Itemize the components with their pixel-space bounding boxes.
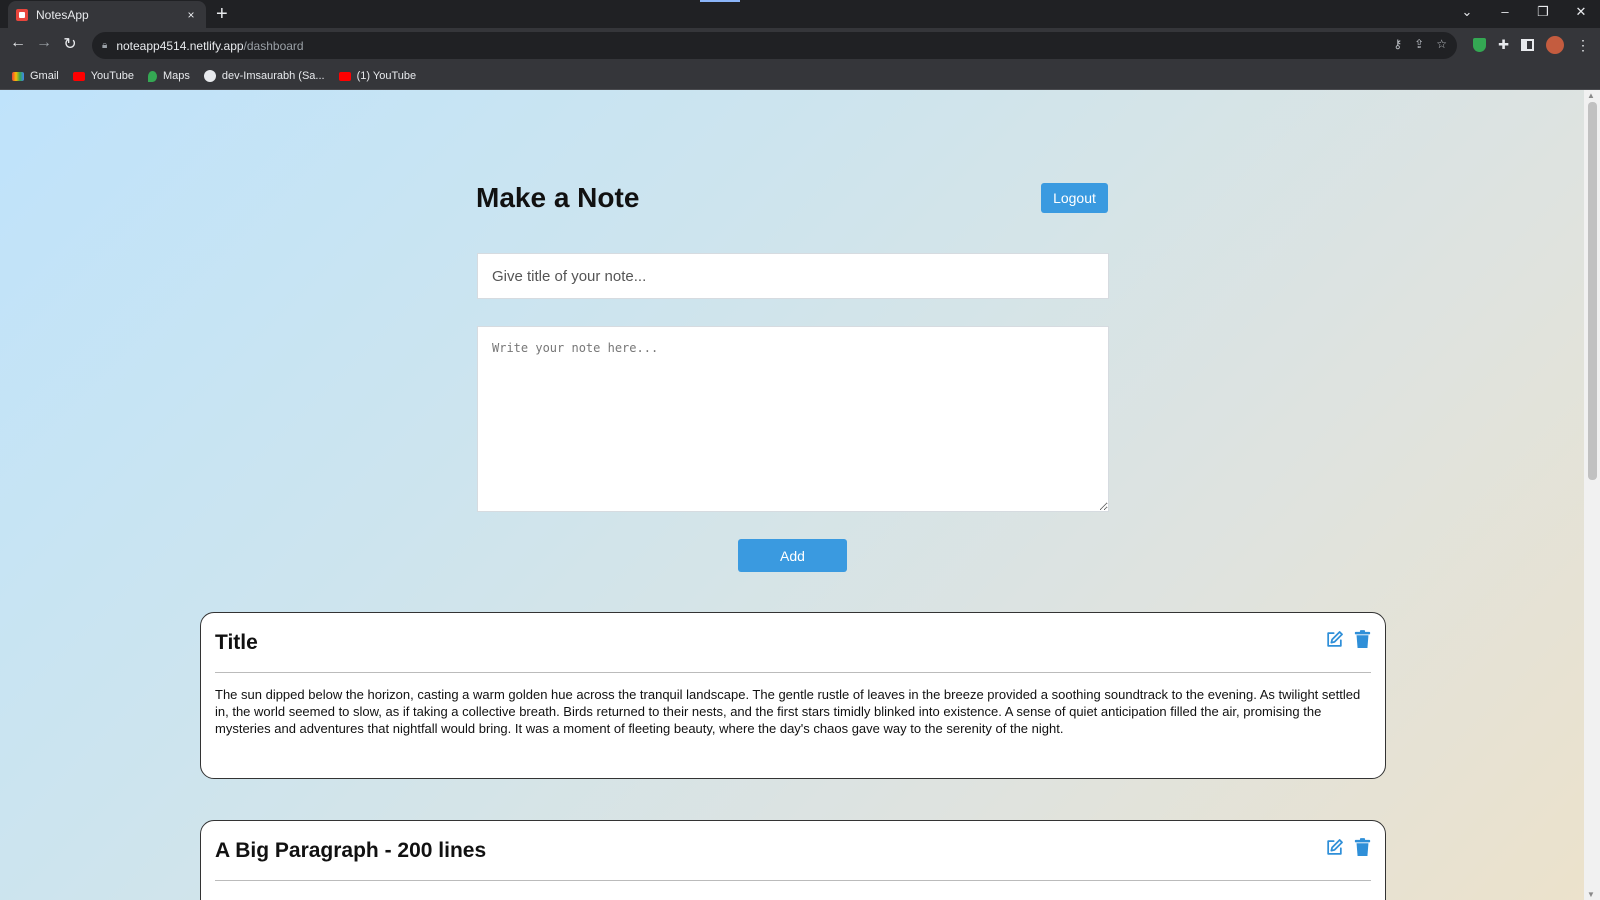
note-body-textarea[interactable]	[477, 326, 1109, 512]
add-note-button[interactable]: Add	[738, 539, 847, 572]
delete-trash-icon[interactable]	[1354, 630, 1371, 649]
close-window-icon[interactable]: ✕	[1562, 0, 1600, 26]
note-title: Title	[215, 630, 258, 654]
restore-icon[interactable]: ❐	[1524, 0, 1562, 26]
url-path: /dashboard	[243, 38, 304, 53]
bookmark-gmail[interactable]: Gmail	[12, 70, 59, 82]
menu-kebab-icon[interactable]: ⋮	[1576, 37, 1590, 54]
shield-extension-icon[interactable]	[1473, 38, 1487, 52]
back-icon[interactable]: ←	[7, 34, 29, 52]
note-card: Title The sun dipped below the horizon, …	[200, 612, 1386, 779]
lock-icon[interactable]: 🔒︎	[102, 40, 107, 51]
note-title: A Big Paragraph - 200 lines	[215, 838, 487, 862]
delete-trash-icon[interactable]	[1354, 838, 1371, 857]
note-body: The sun dipped below the horizon, castin…	[215, 687, 1361, 736]
address-bar[interactable]: 🔒︎ noteapp4514.netlify.app/dashboard ⚷ ⇪…	[92, 32, 1457, 59]
browser-tabbar: NotesApp × + ⌄ – ❐ ✕	[0, 0, 1600, 28]
note-card-header: Title	[215, 613, 1371, 673]
bookmark-label: Maps	[162, 70, 190, 82]
tab-title: NotesApp	[36, 7, 89, 22]
github-icon	[203, 70, 216, 82]
note-actions	[1325, 838, 1371, 857]
profile-avatar[interactable]	[1546, 36, 1564, 54]
side-panel-icon[interactable]	[1521, 39, 1534, 51]
maps-icon	[147, 70, 157, 82]
tab-indicator	[700, 0, 740, 2]
minimize-icon[interactable]: –	[1486, 0, 1524, 26]
scroll-up-icon[interactable]: ▲	[1587, 91, 1595, 100]
reload-icon[interactable]: ↻	[59, 34, 81, 54]
note-title-input[interactable]	[477, 253, 1109, 299]
bookmarks-bar: Gmail YouTube Maps dev-Imsaurabh (Sa... …	[0, 63, 1600, 90]
logout-button[interactable]: Logout	[1041, 183, 1108, 213]
note-card: A Big Paragraph - 200 lines	[200, 820, 1386, 900]
page-viewport: Make a Note Logout Add Title The sun dip…	[0, 90, 1600, 900]
page-title: Make a Note	[476, 182, 640, 213]
youtube-icon	[338, 71, 351, 81]
edit-icon[interactable]	[1325, 838, 1344, 857]
new-tab-button[interactable]: +	[216, 3, 228, 25]
window-controls: ⌄ – ❐ ✕	[1448, 0, 1600, 26]
note-body	[215, 881, 1371, 894]
scroll-down-icon[interactable]: ▼	[1587, 890, 1595, 899]
share-icon[interactable]: ⇪	[1414, 37, 1424, 51]
extensions-puzzle-icon[interactable]: ✚	[1498, 37, 1509, 53]
omnibox-actions: ⚷ ⇪ ☆	[1393, 37, 1447, 51]
note-card-header: A Big Paragraph - 200 lines	[215, 821, 1371, 881]
bookmark-github[interactable]: dev-Imsaurabh (Sa...	[203, 70, 325, 82]
bookmark-maps[interactable]: Maps	[147, 70, 190, 82]
extension-icons: ✚ ⋮	[1473, 36, 1590, 54]
notes-favicon-icon	[16, 8, 28, 21]
scroll-thumb[interactable]	[1588, 102, 1597, 480]
url-host: noteapp4514.netlify.app	[116, 38, 244, 53]
bookmark-youtube[interactable]: YouTube	[72, 70, 134, 82]
note-actions	[1325, 630, 1371, 649]
bookmark-label: YouTube	[90, 70, 134, 82]
bookmark-youtube-2[interactable]: (1) YouTube	[338, 70, 417, 82]
browser-tab[interactable]: NotesApp ×	[8, 1, 206, 28]
youtube-icon	[72, 71, 85, 81]
bookmark-label: Gmail	[30, 70, 59, 82]
edit-icon[interactable]	[1325, 630, 1344, 649]
bookmark-label: dev-Imsaurabh (Sa...	[221, 70, 325, 82]
forward-icon[interactable]: →	[33, 34, 55, 52]
close-tab-icon[interactable]: ×	[184, 8, 198, 22]
bookmark-label: (1) YouTube	[356, 70, 417, 82]
key-icon[interactable]: ⚷	[1393, 37, 1402, 51]
page-header: Make a Note Logout	[476, 182, 1108, 214]
browser-toolbar: ← → ↻ 🔒︎ noteapp4514.netlify.app/dashboa…	[0, 28, 1600, 63]
page-scrollbar[interactable]: ▲ ▼	[1584, 90, 1600, 900]
gmail-icon	[12, 71, 24, 81]
tab-search-icon[interactable]: ⌄	[1448, 0, 1486, 26]
bookmark-star-icon[interactable]: ☆	[1436, 37, 1447, 51]
